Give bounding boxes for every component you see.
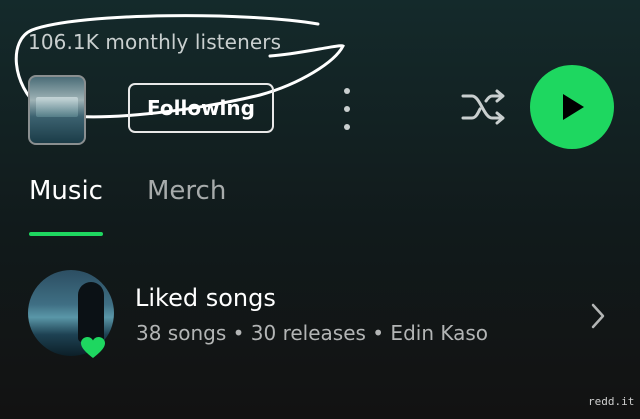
tab-merch[interactable]: Merch [147,176,226,206]
chevron-right-icon[interactable] [590,302,606,330]
play-icon [563,94,584,120]
shuffle-icon[interactable] [460,86,508,128]
liked-songs-subtitle: 38 songs • 30 releases • Edin Kaso [136,321,489,345]
artist-artwork-thumbnail[interactable] [28,75,86,145]
monthly-listeners: 106.1K monthly listeners [28,30,282,54]
following-button[interactable]: Following [128,83,274,133]
heart-icon [81,337,105,358]
active-tab-indicator [29,232,103,236]
play-button[interactable] [530,65,614,149]
watermark: redd.it [588,395,635,408]
tab-music[interactable]: Music [29,176,103,206]
more-vertical-icon[interactable] [336,88,358,130]
liked-songs-title[interactable]: Liked songs [135,284,276,312]
